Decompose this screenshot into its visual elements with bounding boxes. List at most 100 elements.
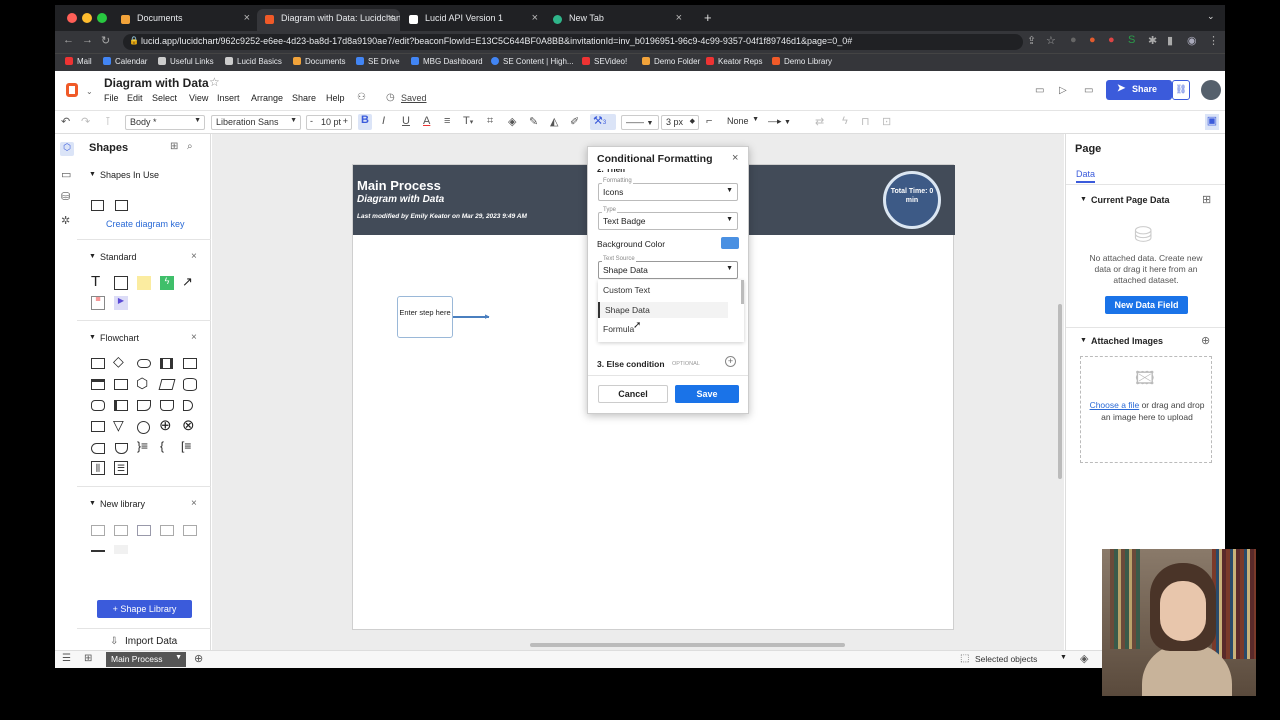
magic-icon[interactable]: ✲ — [61, 214, 70, 227]
bookmark-item[interactable]: Calendar — [103, 57, 147, 66]
close-icon[interactable]: × — [191, 332, 197, 343]
menu-insert[interactable]: Insert — [217, 93, 240, 103]
option-shape-data[interactable]: Shape Data — [598, 302, 728, 318]
image-drop-zone[interactable]: 🖾 Choose a file or drag and drop an imag… — [1080, 356, 1212, 463]
terminator-shape[interactable] — [137, 359, 151, 368]
line-width-select[interactable]: 3 px ◆ — [661, 115, 699, 130]
library-shape[interactable] — [137, 525, 151, 536]
internal-storage-shape[interactable] — [91, 379, 105, 390]
menu-select[interactable]: Select — [152, 93, 177, 103]
annotation-shape[interactable]: }≡ — [137, 439, 148, 453]
manual-operation-shape[interactable] — [160, 400, 174, 411]
document-title[interactable]: Diagram with Data — [104, 76, 209, 90]
reload-icon[interactable]: ↻ — [101, 34, 110, 47]
swimlane-horizontal-shape[interactable]: ☰ — [114, 461, 128, 475]
menu-file[interactable]: File — [104, 93, 119, 103]
close-icon[interactable]: × — [732, 152, 738, 164]
shape-library-button[interactable]: + Shape Library — [97, 600, 192, 618]
list-shape[interactable]: ≣ — [91, 296, 105, 310]
bookmark-item[interactable]: Demo Folder — [642, 57, 700, 66]
new-data-field-button[interactable]: New Data Field — [1105, 296, 1188, 314]
arrow-begin-select[interactable]: None ▼ — [723, 115, 761, 130]
video-shape[interactable]: ▶ — [114, 296, 128, 310]
merge-shape[interactable]: ▽ — [113, 417, 124, 434]
choose-file-link[interactable]: Choose a file — [1090, 400, 1140, 410]
star-icon[interactable]: ☆ — [1046, 34, 1056, 47]
kebab-icon[interactable]: ⋮ — [1208, 34, 1219, 47]
library-shape[interactable] — [183, 525, 197, 536]
tab-documents[interactable]: Documents × — [113, 9, 256, 31]
grid-view-icon[interactable]: ⊞ — [84, 653, 92, 664]
menu-view[interactable]: View — [189, 93, 208, 103]
section-shapes-in-use[interactable]: Shapes In Use — [100, 170, 159, 180]
format-painter-icon[interactable]: ⊺ — [105, 115, 111, 128]
comment-shape[interactable]: [≡ — [181, 439, 191, 453]
tab-lucidchart[interactable]: Diagram with Data: Lucidchart × — [257, 9, 400, 31]
waypoint-icon[interactable]: ⇄ — [815, 115, 824, 128]
video-icon[interactable]: ▭ — [1084, 85, 1093, 96]
menu-help[interactable]: Help — [326, 93, 345, 103]
library-line-shape[interactable] — [91, 550, 105, 552]
line-color-icon[interactable]: ✎ — [529, 115, 538, 128]
caret-icon[interactable]: ▼ — [89, 500, 96, 507]
database-shape[interactable] — [183, 378, 197, 391]
present-icon[interactable]: ▷ — [1059, 85, 1067, 96]
undo-icon[interactable]: ↶ — [61, 115, 70, 128]
cancel-button[interactable]: Cancel — [598, 385, 668, 403]
decision-shape[interactable]: ◇ — [113, 353, 124, 370]
action-shape[interactable]: ϟ — [160, 276, 174, 290]
list-view-icon[interactable]: ☰ — [62, 653, 71, 664]
library-shape[interactable] — [160, 525, 174, 536]
chevron-down-icon[interactable]: ⌄ — [1207, 11, 1215, 22]
extension-icon[interactable]: S — [1128, 34, 1135, 46]
line-shape[interactable]: ↗ — [182, 274, 193, 290]
create-diagram-key-link[interactable]: Create diagram key — [106, 219, 185, 229]
caret-icon[interactable]: ▼ — [89, 171, 96, 178]
caret-icon[interactable]: ▼ — [89, 253, 96, 260]
close-icon[interactable]: × — [191, 251, 197, 262]
horizontal-scrollbar[interactable] — [530, 643, 845, 647]
url-input[interactable]: 🔒 lucid.app/lucidchart/962c9252-e6ee-4d2… — [123, 34, 1023, 50]
bookmark-item[interactable]: SE Content | High... — [491, 57, 574, 66]
chevron-down-icon[interactable]: ⌄ — [86, 87, 93, 96]
import-data-button[interactable]: Import Data — [125, 636, 177, 647]
menu-arrange[interactable]: Arrange — [251, 93, 283, 103]
text-options-icon[interactable]: T▾ — [463, 115, 473, 127]
process-shape[interactable] — [91, 358, 105, 369]
bookmark-item[interactable]: MBG Dashboard — [411, 57, 483, 66]
paper-tape-shape[interactable] — [137, 400, 151, 411]
close-icon[interactable]: × — [532, 12, 538, 24]
line-style-select[interactable]: ―― ▼ — [621, 115, 659, 130]
close-window-button[interactable] — [67, 13, 77, 23]
templates-icon[interactable]: ▭ — [61, 168, 71, 181]
bookmark-item[interactable]: Demo Library — [772, 57, 832, 66]
selected-objects-label[interactable]: Selected objects — [975, 654, 1037, 664]
share-button[interactable]: ➤ Share — [1106, 80, 1172, 100]
link-icon[interactable]: ⛓ — [1172, 80, 1190, 100]
text-source-select[interactable]: Shape Data ▼ — [598, 261, 738, 279]
tab-data[interactable]: Data — [1076, 169, 1096, 183]
document-shape[interactable] — [183, 358, 197, 369]
section-standard[interactable]: Standard — [100, 252, 137, 262]
text-color-icon[interactable]: A — [423, 115, 430, 127]
arrow-end-select[interactable]: —▸ ▼ — [764, 115, 808, 130]
off-page-reference-shape[interactable] — [91, 443, 105, 454]
sticky-note-shape[interactable] — [137, 276, 151, 290]
data-icon[interactable]: ⛁ — [61, 190, 70, 203]
text-style-select[interactable]: Body * ▼ — [125, 115, 205, 130]
italic-button[interactable]: I — [382, 115, 385, 127]
close-icon[interactable]: × — [191, 498, 197, 509]
caret-icon[interactable]: ▼ — [1080, 196, 1087, 203]
bookmark-item[interactable]: SEVideo! — [582, 57, 627, 66]
option-formula[interactable]: Formula — [598, 321, 728, 337]
extension-icon[interactable]: ● — [1089, 34, 1096, 46]
line-begin-icon[interactable]: ⌐ — [706, 115, 712, 127]
delay-shape[interactable] — [183, 400, 193, 411]
image-icon[interactable]: ⊞ — [170, 141, 178, 152]
fill-color-icon[interactable]: ◈ — [508, 115, 516, 128]
tab-lucid-api[interactable]: Lucid API Version 1 × — [401, 9, 544, 31]
maximize-window-button[interactable] — [97, 13, 107, 23]
style-icon[interactable]: ✐ — [570, 115, 579, 128]
conditional-formatting-icon[interactable]: ⚒3 — [590, 114, 616, 130]
bookmark-item[interactable]: SE Drive — [356, 57, 400, 66]
